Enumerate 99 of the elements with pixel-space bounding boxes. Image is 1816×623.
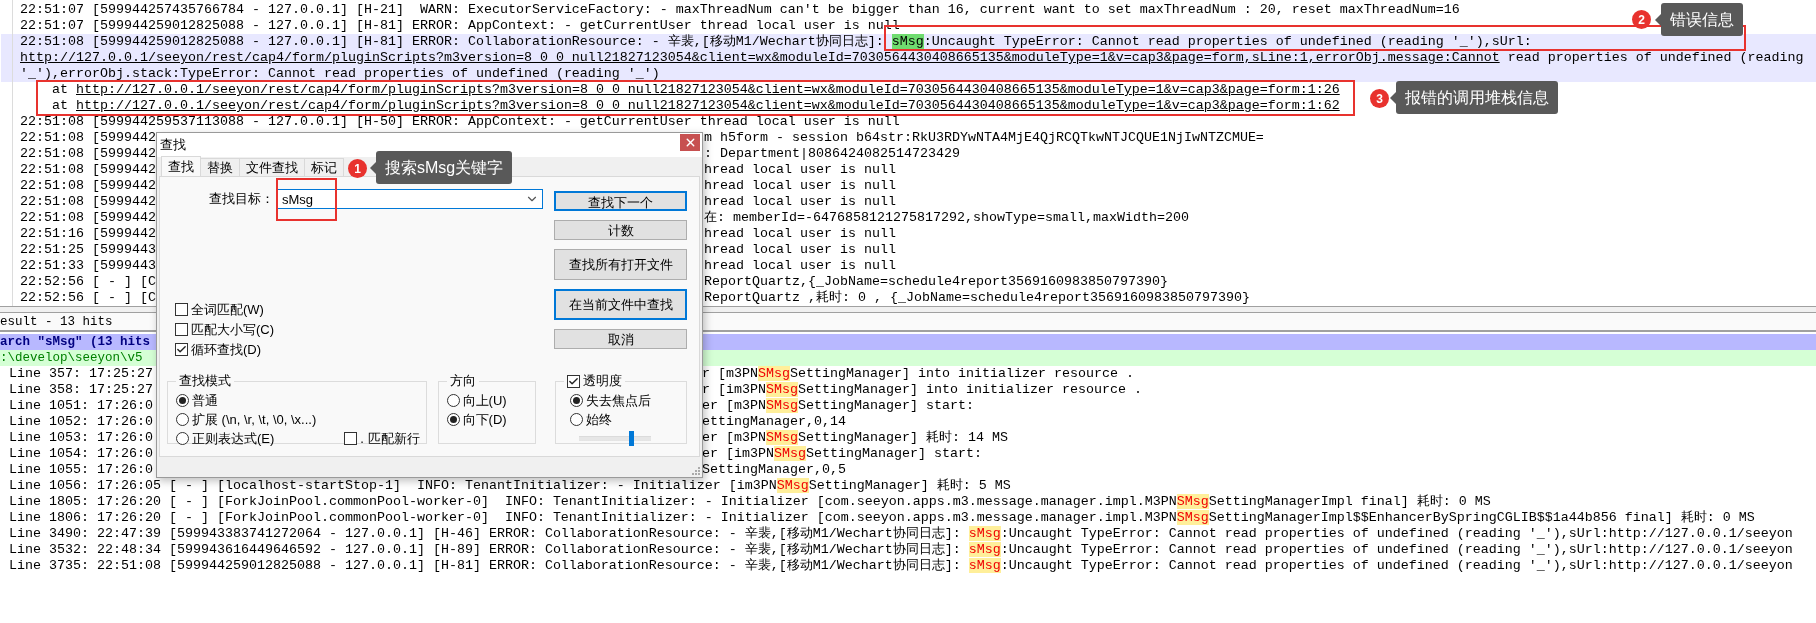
dialog-button[interactable]: 取消	[554, 329, 687, 349]
result-line[interactable]: Line 1055: 17:26:0	[9, 462, 153, 478]
radio-button[interactable]	[570, 394, 584, 407]
url-link[interactable]: http://127.0.0.1/seeyon/rest/cap4/form/pluginScripts?m3version=8_0_0_null21827123054&client=wx&moduleId=7030564430408665135&moduleType=1&v=cap3&page=form:1:26	[76, 82, 1340, 97]
dialog-title: 查找	[160, 136, 186, 154]
search-field[interactable]: sMsg	[277, 189, 543, 209]
result-line[interactable]: Line 3490: 22:47:39 [599943383741272064 - 127.0.0.1] [H-46] ERROR: CollaborationResource: - 辛裴,[移动M1/Wechart协同日志]: sMsg:Uncaught TypeError: Cannot read properties of undefined (reading '_'),sUrl:http://127.0.0.1/seeyon	[9, 526, 1793, 541]
log-line: '_'),errorObj.stack:TypeError: Cannot read properties of undefined (reading '_')	[20, 66, 660, 81]
log-line: 22:51:08 [5999442	[20, 162, 156, 178]
result-line[interactable]: Line 1056: 17:26:05 [ - ] [localhost-startStop-1] INFO: TenantInitializer: - Initializer [im3PNSMsgSettingManager] 耗时: 5 MS	[9, 478, 1011, 493]
callout-label: 错误信息	[1655, 3, 1743, 36]
close-button[interactable]	[680, 133, 700, 151]
option-label: 始终	[586, 410, 613, 429]
url-link[interactable]: http://127.0.0.1/seeyon/rest/cap4/form/pluginScripts?m3version=8_0_0_null21827123054&client=wx&moduleId=7030564430408665135&moduleType=1&v=cap3&page=form:1:62	[76, 98, 1340, 113]
result-line[interactable]: Line 3532: 22:48:34 [599943616449646592 - 127.0.0.1] [H-89] ERROR: CollaborationResource: - 辛裴,[移动M1/Wechart协同日志]: sMsg:Uncaught TypeError: Cannot read properties of undefined (reading '_'),sUrl:http://127.0.0.1/seeyon	[9, 542, 1793, 557]
checkbox[interactable]	[567, 374, 581, 388]
result-line[interactable]: Line 1054: 17:26:0	[9, 446, 153, 462]
option-label: 扩展 (\n, \r, \t, \0, \x...)	[192, 410, 317, 429]
log-line: 22:51:16 [5999442	[20, 226, 156, 242]
log-line: hread local user is null	[704, 226, 896, 242]
result-line[interactable]: r [m3PNSMsgSettingManager] into initializer resource .	[702, 366, 1134, 382]
log-line: hread local user is null	[704, 162, 896, 178]
log-line: 22:51:08 [599944259537113088 - 127.0.0.1] [H-50] ERROR: AppContext: - getCurrentUser thread local user is null	[20, 114, 900, 129]
log-line: 22:51:08 [5999442	[20, 178, 156, 194]
log-line: at http://127.0.0.1/seeyon/rest/cap4/form/pluginScripts?m3version=8_0_0_null21827123054&client=wx&moduleId=7030564430408665135&moduleType=1&v=cap3&page=form:1:62	[51, 98, 1340, 113]
log-line: at http://127.0.0.1/seeyon/rest/cap4/form/pluginScripts?m3version=8_0_0_null21827123054&client=wx&moduleId=7030564430408665135&moduleType=1&v=cap3&page=form:1:26	[51, 82, 1340, 97]
radio-button[interactable]	[176, 432, 189, 445]
log-line: hread local user is null	[704, 242, 896, 258]
dialog-button[interactable]: 查找所有打开文件	[554, 249, 687, 280]
log-line: 22:51:08 [5999442	[20, 194, 156, 210]
slider-thumb[interactable]	[629, 431, 635, 446]
option-label: . 匹配新行	[360, 429, 420, 448]
log-line: 22:52:56 [ - ] [C	[20, 274, 156, 290]
radio-button[interactable]	[176, 394, 189, 407]
tab[interactable]: 查找	[161, 156, 201, 176]
pointer-icon	[1655, 13, 1661, 26]
dialog-button[interactable]: 在当前文件中查找	[554, 289, 687, 320]
tab[interactable]: 替换	[200, 158, 240, 176]
log-line: ReportQuartz,{_JobName=schedule4report3569160983850797390}	[704, 274, 1168, 290]
log-line: 22:51:07 [599944257435766784 - 127.0.0.1] [H-21] WARN: ExecutorServiceFactory: - maxThreadNum can't be bigger than 16, current want to set maxThreadNum : 20, reset maxThreadNum=16	[20, 2, 1460, 17]
tab[interactable]: 标记	[304, 158, 344, 176]
step-number: 2	[1632, 10, 1651, 29]
result-line[interactable]: Line 358: 17:25:27	[9, 382, 153, 398]
log-line: hread local user is null	[704, 194, 896, 210]
resize-grip-icon[interactable]	[691, 466, 700, 475]
log-line: 22:52:56 [ - ] [C	[20, 290, 156, 306]
result-line[interactable]: SettingManager,0,5	[702, 462, 846, 478]
checkbox[interactable]	[344, 432, 358, 445]
log-line: 22:51:33 [5999443	[20, 258, 156, 274]
log-line: 22:51:08 [5999442	[20, 146, 156, 162]
option-label: 向上(U)	[462, 391, 507, 410]
dialog-button[interactable]: 查找下一个	[554, 191, 687, 211]
option-label: 透明度	[583, 372, 623, 390]
log-line: ReportQuartz ,耗时: 0 , {_JobName=schedule4report3569160983850797390}	[704, 290, 1250, 306]
radio-button[interactable]	[176, 413, 189, 426]
option-label: 普通	[192, 391, 218, 410]
group-title: 方向	[448, 372, 477, 390]
url-link[interactable]: http://127.0.0.1/seeyon/rest/cap4/form/pluginScripts?m3version=8_0_0_null21827123054&client=wx&moduleId=7030564430408665135&moduleType=1&v=cap3&page=form,sLine:1,errorObj.message:Cannot	[20, 50, 1500, 65]
group-title: 查找模式	[178, 372, 232, 390]
log-line: 22:51:08 [5999442	[20, 210, 156, 226]
field-label: 查找目标：	[209, 190, 274, 208]
log-line: 22:51:08 [599944259012825088 - 127.0.0.1] [H-81] ERROR: CollaborationResource: - 辛裴,[移动M1/Wechart协同日志]: sMsg:Uncaught TypeError: Cannot read properties of undefined (reading '_'),sUrl:	[20, 34, 1532, 49]
checkbox[interactable]	[175, 343, 188, 356]
log-line: : Department|8086424082514723429	[704, 146, 960, 162]
result-line[interactable]: ettingManager,0,14	[702, 414, 846, 430]
tab[interactable]: 文件查找	[239, 158, 305, 176]
checkbox[interactable]	[175, 323, 188, 336]
radio-button[interactable]	[570, 413, 584, 426]
log-line: 在: memberId=-6476858121275817292,showType=small,maxWidth=200	[704, 210, 1189, 226]
checkbox[interactable]	[175, 303, 188, 316]
result-line[interactable]: r [im3PNSMsgSettingManager] into initializer resource .	[702, 382, 1142, 398]
log-line: hread local user is null	[704, 258, 896, 274]
result-line[interactable]: Line 1805: 17:26:20 [ - ] [ForkJoinPool.commonPool-worker-0] INFO: TenantInitializer: - Initializer [com.seeyon.apps.m3.message.manager.impl.M3PNSMsgSettingManagerImpl final] 耗时: 0 MS	[9, 494, 1491, 509]
option-label: 向下(D)	[462, 410, 507, 429]
result-line[interactable]: Line 3735: 22:51:08 [599944259012825088 - 127.0.0.1] [H-81] ERROR: CollaborationResource: - 辛裴,[移动M1/Wechart协同日志]: sMsg:Uncaught TypeError: Cannot read properties of undefined (reading '_'),sUrl:http://127.0.0.1/seeyon	[9, 558, 1793, 573]
result-line[interactable]: er [im3PNSMsgSettingManager] start:	[702, 446, 982, 462]
result-line[interactable]: er [m3PNSMsgSettingManager] start:	[702, 398, 974, 414]
log-line: m h5form - session b64str:RkU3RDYwNTA4MjE4QjRCQTkwNTJCQUE1NjIwNTZCMUE=	[704, 130, 1264, 146]
log-line: 22:51:25 [5999443	[20, 242, 156, 258]
log-line: hread local user is null	[704, 178, 896, 194]
option-label: 正则表达式(E)	[192, 429, 275, 448]
result-line[interactable]: Line 1053: 17:26:0	[9, 430, 153, 446]
callout-label: 搜索sMsg关键字	[370, 151, 513, 184]
result-line[interactable]: Line 1052: 17:26:0	[9, 414, 153, 430]
result-line[interactable]: Line 1806: 17:26:20 [ - ] [ForkJoinPool.commonPool-worker-0] INFO: TenantInitializer: - Initializer [com.seeyon.apps.m3.message.manager.impl.M3PNSMsgSettingManagerImpl$$EnhancerBySpringCGLIB$$1a44b856 final] 耗时: 0 MS	[9, 510, 1755, 525]
callout-label: 报错的调用堆栈信息	[1390, 81, 1558, 114]
highlight-frame	[276, 178, 337, 221]
result-line[interactable]: er [m3PNSMsgSettingManager] 耗时: 14 MS	[702, 430, 1008, 446]
log-line: http://127.0.0.1/seeyon/rest/cap4/form/pluginScripts?m3version=8_0_0_null21827123054&client=wx&moduleId=7030564430408665135&moduleType=1&v=cap3&page=form,sLine:1,errorObj.message:Cannot read properties of undefined (reading	[20, 50, 1804, 65]
result-line[interactable]: Line 357: 17:25:27	[9, 366, 153, 382]
step-number: 3	[1370, 89, 1389, 108]
log-line: 22:51:08 [5999442	[20, 130, 156, 146]
dialog-button[interactable]: 计数	[554, 220, 687, 240]
pointer-icon	[1390, 91, 1396, 104]
option-label: 失去焦点后	[586, 391, 652, 410]
radio-button[interactable]	[446, 394, 460, 407]
pointer-icon	[370, 161, 376, 174]
result-line[interactable]: Line 1051: 17:26:0	[9, 398, 153, 414]
radio-button[interactable]	[446, 413, 460, 426]
